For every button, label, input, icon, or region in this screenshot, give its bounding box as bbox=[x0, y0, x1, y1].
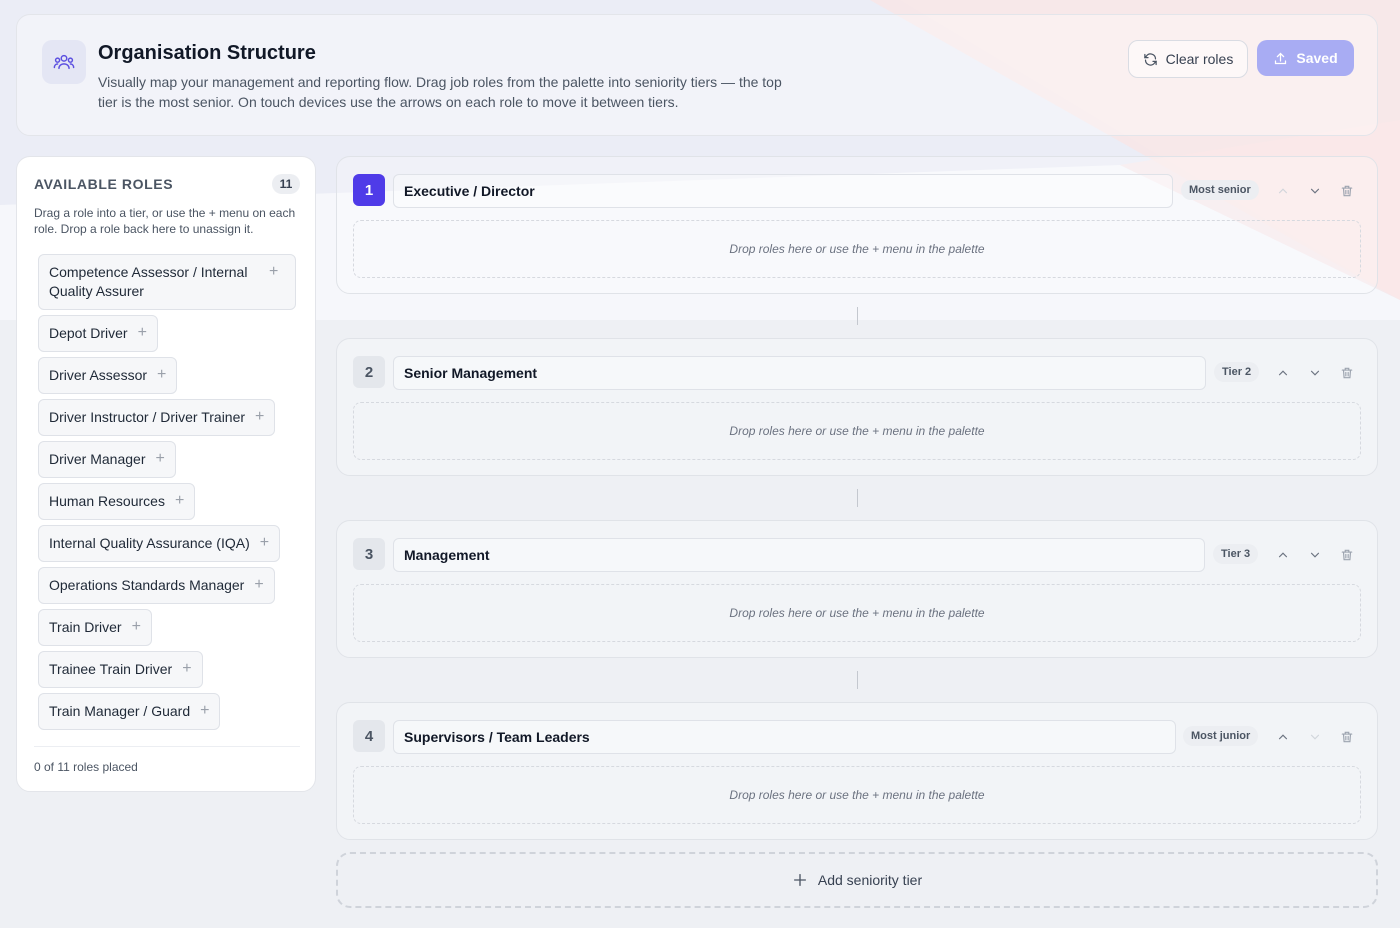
move-down-icon[interactable] bbox=[1305, 545, 1325, 565]
plus-icon[interactable]: + bbox=[132, 618, 141, 636]
role-chip-label: Train Driver bbox=[49, 619, 122, 635]
role-chip-label: Depot Driver bbox=[49, 325, 128, 341]
tier-number: 3 bbox=[353, 538, 385, 570]
role-chip-label: Trainee Train Driver bbox=[49, 661, 173, 677]
palette-hint: Drag a role into a tier, or use the + me… bbox=[34, 206, 296, 236]
tier-card: 1 Most senior Drop roles here or use the… bbox=[336, 156, 1378, 294]
tier-drop-zone[interactable]: Drop roles here or use the + menu in the… bbox=[353, 584, 1361, 642]
tier-connector bbox=[857, 671, 858, 689]
plus-icon[interactable]: + bbox=[269, 263, 278, 281]
palette-count-badge: 11 bbox=[272, 174, 300, 194]
tier-badge: Most senior bbox=[1181, 180, 1259, 200]
saved-label: Saved bbox=[1296, 50, 1338, 66]
move-down-icon[interactable] bbox=[1305, 363, 1325, 383]
palette-title: AVAILABLE ROLES bbox=[34, 176, 174, 192]
tier-card: 3 Tier 3 Drop roles here or use the + me… bbox=[336, 520, 1378, 658]
clear-roles-label: Clear roles bbox=[1165, 51, 1234, 67]
add-seniority-tier-button[interactable]: Add seniority tier bbox=[336, 852, 1378, 908]
page-description: Visually map your management and reporti… bbox=[98, 74, 782, 110]
tier-name-input[interactable] bbox=[393, 538, 1205, 572]
role-chip-label: Internal Quality Assurance (IQA) bbox=[49, 535, 250, 551]
trash-icon[interactable] bbox=[1337, 727, 1357, 747]
move-up-icon[interactable] bbox=[1273, 727, 1293, 747]
plus-icon[interactable]: + bbox=[175, 492, 184, 510]
role-chip[interactable]: Driver Manager + bbox=[38, 441, 176, 478]
role-chip-label: Driver Assessor bbox=[49, 367, 148, 383]
trash-icon[interactable] bbox=[1337, 181, 1357, 201]
tier-name-input[interactable] bbox=[393, 356, 1206, 390]
plus-icon[interactable]: + bbox=[200, 702, 209, 720]
plus-icon[interactable]: + bbox=[155, 450, 164, 468]
trash-icon[interactable] bbox=[1337, 363, 1357, 383]
page-header: Organisation Structure Visually map your… bbox=[16, 14, 1378, 136]
role-chip-label: Human Resources bbox=[49, 493, 165, 509]
available-roles-palette[interactable]: AVAILABLE ROLES 11 Drag a role into a ti… bbox=[16, 156, 316, 792]
people-icon bbox=[42, 40, 86, 84]
tier-badge: Tier 2 bbox=[1214, 362, 1260, 382]
tier-badge: Tier 3 bbox=[1213, 544, 1259, 564]
tier-drop-zone[interactable]: Drop roles here or use the + menu in the… bbox=[353, 766, 1361, 824]
role-chip[interactable]: Internal Quality Assurance (IQA) + bbox=[38, 525, 281, 562]
move-down-icon[interactable] bbox=[1305, 727, 1325, 747]
role-chip[interactable]: Driver Instructor / Driver Trainer + bbox=[38, 399, 276, 436]
plus-icon bbox=[793, 874, 806, 886]
role-chip[interactable]: Human Resources + bbox=[38, 483, 196, 520]
role-chip-label: Driver Manager bbox=[49, 451, 146, 467]
trash-icon[interactable] bbox=[1337, 545, 1357, 565]
plus-icon[interactable]: + bbox=[157, 366, 166, 384]
tier-connector bbox=[857, 307, 858, 325]
role-chip[interactable]: Driver Assessor + bbox=[38, 357, 178, 394]
role-chip[interactable]: Operations Standards Manager + bbox=[38, 567, 275, 604]
saved-button[interactable]: Saved bbox=[1257, 40, 1354, 76]
clear-roles-button[interactable]: Clear roles bbox=[1128, 40, 1248, 78]
roles-placed-status: 0 of 11 roles placed bbox=[34, 760, 138, 774]
role-chip[interactable]: Train Manager / Guard + bbox=[38, 693, 221, 730]
tier-drop-zone[interactable]: Drop roles here or use the + menu in the… bbox=[353, 402, 1361, 460]
tier-number: 1 bbox=[353, 174, 385, 206]
role-chip[interactable]: Depot Driver + bbox=[38, 315, 158, 352]
plus-icon[interactable]: + bbox=[254, 576, 263, 594]
move-down-icon[interactable] bbox=[1305, 181, 1325, 201]
plus-icon[interactable]: + bbox=[255, 408, 264, 426]
role-chip-label: Competence Assessor / Internal Quality A… bbox=[49, 264, 248, 299]
page-title: Organisation Structure bbox=[98, 42, 316, 64]
move-up-icon[interactable] bbox=[1273, 545, 1293, 565]
tier-name-input[interactable] bbox=[393, 174, 1173, 208]
tier-connector bbox=[857, 489, 858, 507]
tier-card: 2 Tier 2 Drop roles here or use the + me… bbox=[336, 338, 1378, 476]
tier-name-input[interactable] bbox=[393, 720, 1176, 754]
refresh-icon bbox=[1143, 52, 1157, 66]
tier-number: 4 bbox=[353, 720, 385, 752]
plus-icon[interactable]: + bbox=[260, 534, 269, 552]
tier-drop-zone[interactable]: Drop roles here or use the + menu in the… bbox=[353, 220, 1361, 278]
tier-card: 4 Most junior Drop roles here or use the… bbox=[336, 702, 1378, 840]
role-chip[interactable]: Competence Assessor / Internal Quality A… bbox=[38, 254, 296, 310]
tier-number: 2 bbox=[353, 356, 385, 388]
role-chip[interactable]: Train Driver + bbox=[38, 609, 152, 646]
palette-divider bbox=[34, 746, 300, 747]
role-chip-label: Train Manager / Guard bbox=[49, 703, 191, 719]
role-chip-label: Driver Instructor / Driver Trainer bbox=[49, 409, 246, 425]
role-chip-label: Operations Standards Manager bbox=[49, 577, 245, 593]
plus-icon[interactable]: + bbox=[182, 660, 191, 678]
role-chip[interactable]: Trainee Train Driver + bbox=[38, 651, 203, 688]
tier-badge: Most junior bbox=[1183, 726, 1259, 746]
add-seniority-tier-label: Add seniority tier bbox=[817, 872, 923, 888]
move-up-icon[interactable] bbox=[1273, 181, 1293, 201]
plus-icon[interactable]: + bbox=[138, 324, 147, 342]
upload-icon bbox=[1275, 52, 1287, 64]
move-up-icon[interactable] bbox=[1273, 363, 1293, 383]
